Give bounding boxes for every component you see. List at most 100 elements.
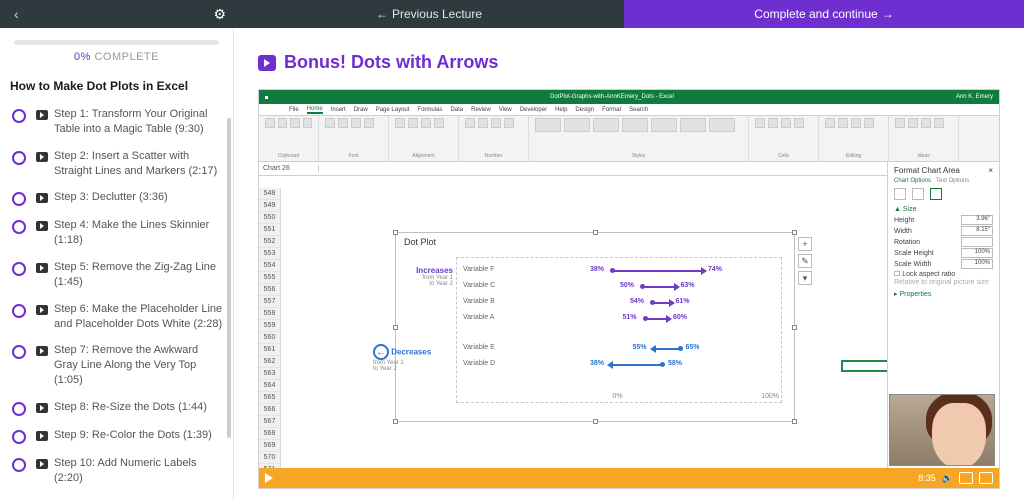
row-header[interactable]: 565 xyxy=(259,392,280,404)
sidebar-scrollbar[interactable] xyxy=(227,118,231,438)
width-input[interactable]: 8.15" xyxy=(961,226,993,236)
scale-h-input[interactable]: 100% xyxy=(961,248,993,258)
video-player[interactable]: DotPlot-Graphs-with-AnnKEmery_Dots - Exc… xyxy=(258,89,1000,489)
row-header[interactable]: 564 xyxy=(259,380,280,392)
ribbon-button[interactable] xyxy=(755,118,765,128)
ribbon-button[interactable] xyxy=(535,118,561,132)
ribbon-button[interactable] xyxy=(921,118,931,128)
row-header[interactable]: 551 xyxy=(259,224,280,236)
ribbon-button[interactable] xyxy=(421,118,431,128)
excel-tab[interactable]: Insert xyxy=(331,107,346,113)
cc-icon[interactable] xyxy=(959,472,973,484)
row-header[interactable]: 569 xyxy=(259,440,280,452)
ribbon-button[interactable] xyxy=(781,118,791,128)
row-header[interactable]: 552 xyxy=(259,236,280,248)
excel-tab[interactable]: Home xyxy=(307,106,323,114)
row-header[interactable]: 568 xyxy=(259,428,280,440)
excel-tab[interactable]: File xyxy=(289,107,299,113)
ribbon-button[interactable] xyxy=(465,118,475,128)
chart-style-button[interactable]: ✎ xyxy=(798,254,812,268)
ribbon-button[interactable] xyxy=(395,118,405,128)
back-icon[interactable]: ‹ xyxy=(8,4,25,24)
ribbon-button[interactable] xyxy=(351,118,361,128)
ribbon-button[interactable] xyxy=(651,118,677,132)
chart-add-button[interactable]: + xyxy=(798,237,812,251)
excel-tab[interactable]: Format xyxy=(602,107,621,113)
previous-lecture-button[interactable]: ← Previous Lecture xyxy=(234,0,624,28)
excel-tab[interactable]: Design xyxy=(575,107,594,113)
excel-tab[interactable]: Draw xyxy=(354,107,368,113)
ribbon-button[interactable] xyxy=(851,118,861,128)
ribbon-button[interactable] xyxy=(290,118,300,128)
ribbon-button[interactable] xyxy=(838,118,848,128)
excel-tab[interactable]: Formulas xyxy=(417,107,442,113)
excel-tab[interactable]: Help xyxy=(555,107,567,113)
ribbon-button[interactable] xyxy=(491,118,501,128)
ribbon-button[interactable] xyxy=(709,118,735,132)
row-header[interactable]: 556 xyxy=(259,284,280,296)
sidebar-step[interactable]: Step 9: Re-Color the Dots (1:39) xyxy=(6,422,227,450)
sidebar-step[interactable]: Step 4: Make the Lines Skinnier (1:18) xyxy=(6,212,227,254)
ribbon-button[interactable] xyxy=(794,118,804,128)
ribbon-button[interactable] xyxy=(325,118,335,128)
row-header[interactable]: 562 xyxy=(259,356,280,368)
ribbon-button[interactable] xyxy=(504,118,514,128)
excel-tab[interactable]: Search xyxy=(629,107,648,113)
row-header[interactable]: 567 xyxy=(259,416,280,428)
row-header[interactable]: 553 xyxy=(259,248,280,260)
ribbon-button[interactable] xyxy=(864,118,874,128)
excel-tab[interactable]: Page Layout xyxy=(376,107,410,113)
ribbon-button[interactable] xyxy=(895,118,905,128)
ribbon-button[interactable] xyxy=(364,118,374,128)
row-header[interactable]: 560 xyxy=(259,332,280,344)
complete-continue-button[interactable]: Complete and continue → xyxy=(624,0,1024,28)
row-header[interactable]: 570 xyxy=(259,452,280,464)
excel-tab[interactable]: Developer xyxy=(520,107,547,113)
excel-tab[interactable]: Review xyxy=(471,107,491,113)
volume-icon[interactable]: 🔊 xyxy=(942,473,953,484)
ribbon-button[interactable] xyxy=(768,118,778,128)
row-header[interactable]: 566 xyxy=(259,404,280,416)
sidebar-step[interactable]: Step 8: Re-Size the Dots (1:44) xyxy=(6,394,227,422)
sidebar-step[interactable]: Step 7: Remove the Awkward Gray Line Alo… xyxy=(6,337,227,394)
gear-icon[interactable]: ⚙ xyxy=(213,6,226,23)
effects-icon[interactable] xyxy=(912,188,924,200)
excel-tab[interactable]: View xyxy=(499,107,512,113)
sidebar-step[interactable]: Step 6: Make the Placeholder Line and Pl… xyxy=(6,296,227,338)
size-icon[interactable] xyxy=(930,188,942,200)
ribbon-button[interactable] xyxy=(622,118,648,132)
row-header[interactable]: 561 xyxy=(259,344,280,356)
ribbon-button[interactable] xyxy=(434,118,444,128)
chart-filter-button[interactable]: ▾ xyxy=(798,271,812,285)
ribbon-button[interactable] xyxy=(278,118,288,128)
row-header[interactable]: 559 xyxy=(259,320,280,332)
ribbon-button[interactable] xyxy=(564,118,590,132)
scale-w-input[interactable]: 100% xyxy=(961,259,993,269)
close-icon[interactable]: × xyxy=(988,166,993,175)
row-header[interactable]: 558 xyxy=(259,308,280,320)
row-header[interactable]: 555 xyxy=(259,272,280,284)
chart-title[interactable]: Dot Plot xyxy=(396,233,794,251)
ribbon-button[interactable] xyxy=(934,118,944,128)
plot-area[interactable]: 0% 100% Increasesfrom Year 1to Year 2Var… xyxy=(456,257,782,403)
ribbon-button[interactable] xyxy=(908,118,918,128)
ribbon-button[interactable] xyxy=(593,118,619,132)
name-box[interactable]: Chart 26 xyxy=(259,165,319,172)
fullscreen-icon[interactable] xyxy=(979,472,993,484)
sidebar-step[interactable]: Step 1: Transform Your Original Table in… xyxy=(6,101,227,143)
row-header[interactable]: 554 xyxy=(259,260,280,272)
rotation-input[interactable] xyxy=(961,237,993,247)
excel-tab[interactable]: Data xyxy=(450,107,463,113)
ribbon-button[interactable] xyxy=(265,118,275,128)
ribbon-button[interactable] xyxy=(408,118,418,128)
ribbon-button[interactable] xyxy=(680,118,706,132)
fill-icon[interactable] xyxy=(894,188,906,200)
ribbon-button[interactable] xyxy=(825,118,835,128)
row-header[interactable]: 548 xyxy=(259,188,280,200)
sidebar-step[interactable]: Step 2: Insert a Scatter with Straight L… xyxy=(6,143,227,185)
row-header[interactable]: 550 xyxy=(259,212,280,224)
ribbon-button[interactable] xyxy=(303,118,313,128)
row-header[interactable]: 557 xyxy=(259,296,280,308)
ribbon-button[interactable] xyxy=(478,118,488,128)
height-input[interactable]: 3.96" xyxy=(961,215,993,225)
